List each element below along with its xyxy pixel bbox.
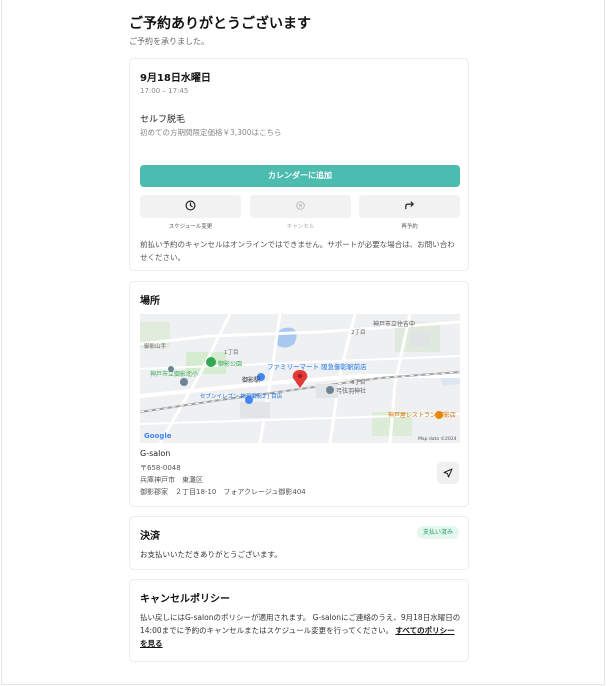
map-label: 御影公園 <box>218 360 242 368</box>
map-label: セブンイレブン 神戸御影2丁目店 <box>200 392 283 400</box>
page-title: ご予約ありがとうございます <box>129 16 311 32</box>
salon-name: G-salon <box>140 449 171 458</box>
map-label: 神戸市立御影北小 <box>150 370 198 378</box>
add-to-calendar-button[interactable]: カレンダーに追加 <box>140 165 460 187</box>
reschedule-label: スケジュール変更 <box>168 224 213 230</box>
cancel-icon <box>296 201 305 210</box>
payment-title: 決済 <box>140 531 160 542</box>
clock-icon <box>185 200 196 211</box>
reschedule-button[interactable] <box>140 195 241 218</box>
location-title: 場所 <box>140 296 160 307</box>
map-label: 御影駅 <box>242 376 260 384</box>
rebook-button[interactable] <box>359 195 460 218</box>
cancel-policy-title: キャンセルポリシー <box>140 594 230 605</box>
address-city: 兵庫神戸市 東灘区 <box>140 476 203 484</box>
map-attribution: Map data ©2024 <box>418 435 457 442</box>
map-label: 弓弦羽神社 <box>336 387 366 395</box>
payment-text: お支払いいただきありがとうございます。 <box>140 550 282 559</box>
paid-badge: 支払い済み <box>416 526 459 539</box>
cancellation-note: 前払い予約のキャンセルはオンラインではできません。サポートが必要な場合は、お問い… <box>140 240 455 262</box>
postal-code: 〒658-0048 <box>140 464 181 472</box>
menu-name: セルフ脱毛 <box>140 115 186 125</box>
map-label: 神戸屋レストラン 御影店 <box>388 411 456 419</box>
navigation-arrow-icon <box>443 468 453 478</box>
menu-description: 初めての方期間限定価格￥3,300はこちら <box>140 128 282 137</box>
map-canvas: 神戸市立住吉中 神戸市立御影北小 御影公園 ファミリーマート 阪急御影駅前店 御… <box>140 314 460 443</box>
cancel-booking-label: キャンセル <box>286 224 315 230</box>
rebook-label: 再予約 <box>401 224 418 230</box>
booking-date: 9月18日水曜日 <box>140 73 211 84</box>
payment-card: 決済 支払い済み お支払いいただきありがとうございます。 <box>129 516 469 570</box>
booking-card: 9月18日水曜日 17:00 – 17:45 セルフ脱毛 初めての方期間限定価格… <box>129 58 469 271</box>
cancel-policy-body: 払い戻しにはG-salonのポリシーが適用されます。 G-salonにご連絡のう… <box>140 611 462 650</box>
page-subtitle: ご予約を承りました。 <box>129 37 209 46</box>
google-logo: Google <box>144 432 172 440</box>
map-label: 1丁目 <box>224 349 239 356</box>
rebook-icon <box>405 201 414 210</box>
page-header: ご予約ありがとうございます ご予約を承りました。 <box>129 14 469 47</box>
address-street: 御影郡家 ２丁目18-10 フォアクレージュ御影404 <box>140 488 306 496</box>
map-label: 神戸市立住吉中 <box>373 320 415 328</box>
booking-time: 17:00 – 17:45 <box>140 87 189 95</box>
map-label: 2丁目 <box>351 329 366 336</box>
cancel-policy-card: キャンセルポリシー 払い戻しにはG-salonのポリシーが適用されます。 G-s… <box>129 579 469 662</box>
directions-button[interactable] <box>437 462 459 484</box>
map[interactable]: 神戸市立住吉中 神戸市立御影北小 御影公園 ファミリーマート 阪急御影駅前店 御… <box>140 314 460 443</box>
map-label: ファミリーマート 阪急御影駅前店 <box>267 362 367 371</box>
cancel-booking-button <box>250 195 351 218</box>
location-card: 場所 神戸市立住吉中 神戸市立御影北小 御影公園 ファミリーマート 阪急御影駅前… <box>129 281 469 507</box>
map-label: 3丁目 <box>351 379 366 386</box>
map-label: 御影山手 <box>144 342 167 350</box>
